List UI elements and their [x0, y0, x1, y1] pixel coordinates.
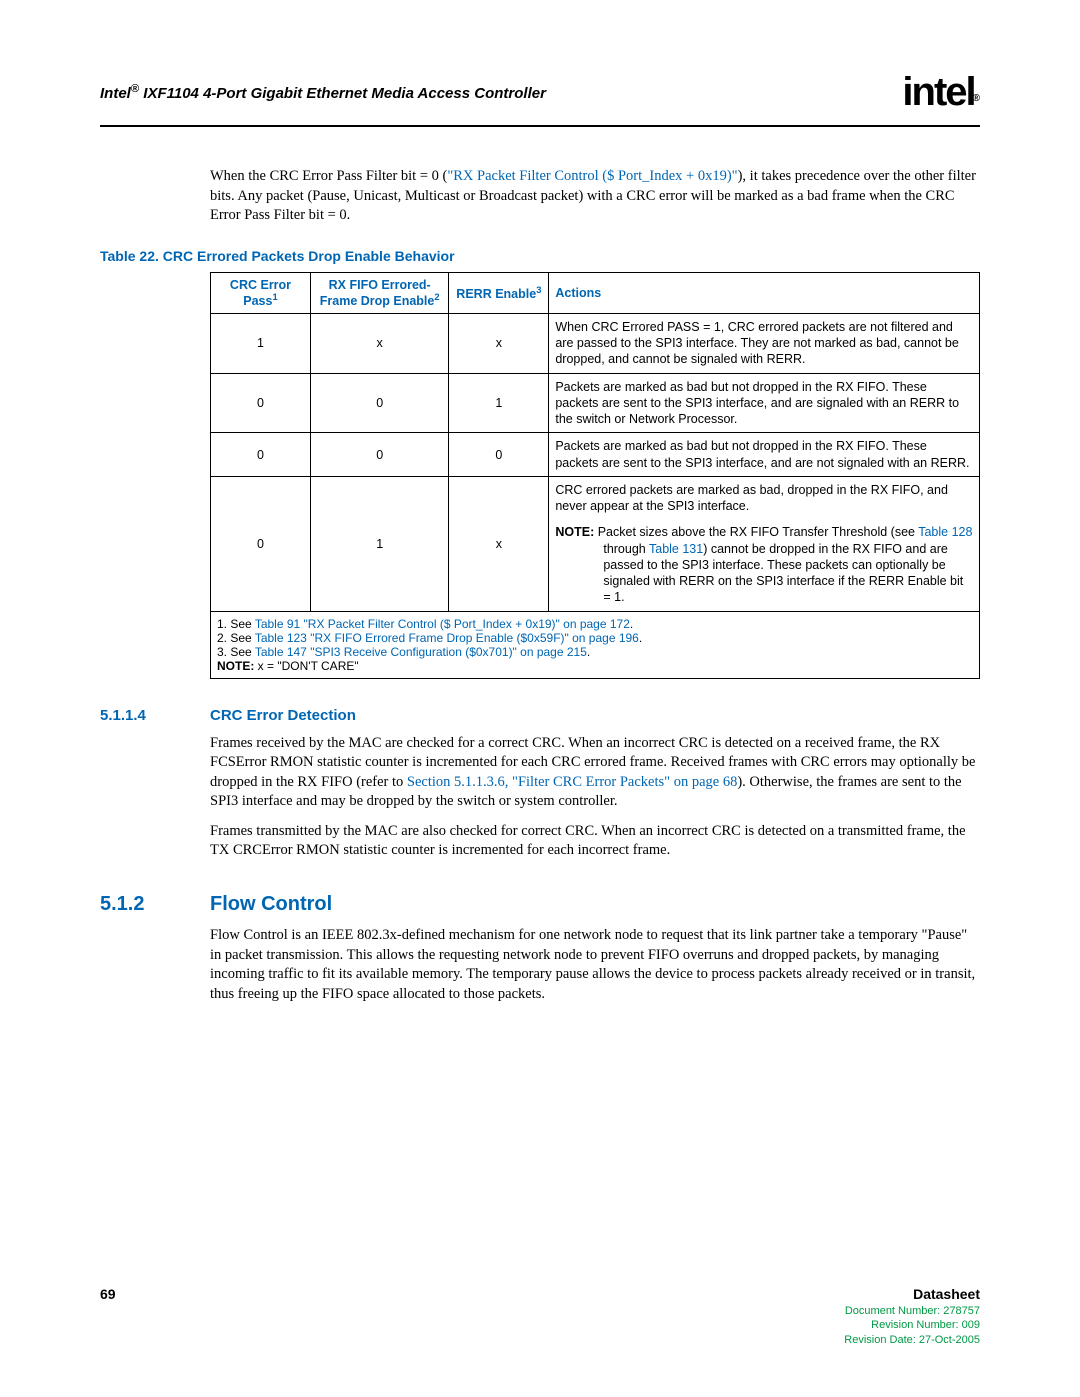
link-section-5-1-1-3-6[interactable]: Section 5.1.1.3.6, "Filter CRC Error Pac… — [407, 774, 737, 790]
th-rx-fifo-drop: RX FIFO Errored-Frame Drop Enable2 — [310, 272, 448, 313]
doc-title: Intel® IXF1104 4-Port Gigabit Ethernet M… — [100, 83, 546, 102]
table-row: 0 1 x CRC errored packets are marked as … — [211, 476, 980, 611]
link-table-131[interactable]: Table 131 — [649, 542, 703, 556]
table-footnotes: 1. See Table 91 "RX Packet Filter Contro… — [211, 611, 980, 678]
table-row: 0 0 0 Packets are marked as bad but not … — [211, 433, 980, 477]
cell-frame-drop: 0 — [310, 433, 448, 477]
cell-frame-drop: 0 — [310, 373, 448, 433]
sec-5-1-1-4-p2: Frames transmitted by the MAC are also c… — [210, 822, 980, 861]
section-title: Flow Control — [210, 893, 332, 916]
cell-rerr: x — [449, 476, 549, 611]
table-22: CRC Error Pass1 RX FIFO Errored-Frame Dr… — [210, 272, 980, 679]
cell-actions: Packets are marked as bad but not droppe… — [549, 433, 980, 477]
link-table-91[interactable]: Table 91 "RX Packet Filter Control ($ Po… — [255, 617, 630, 631]
link-table-128[interactable]: Table 128 — [918, 525, 972, 539]
header-rule — [100, 125, 980, 127]
th-actions: Actions — [549, 272, 980, 313]
cell-crc-pass: 0 — [211, 433, 311, 477]
document-number: Document Number: 278757 — [844, 1304, 980, 1318]
section-number: 5.1.1.4 — [100, 707, 210, 724]
page-footer: 69 Datasheet Document Number: 278757 Rev… — [100, 1286, 980, 1347]
registered-mark: ® — [131, 83, 139, 95]
sec-5-1-1-4-p1: Frames received by the MAC are checked f… — [210, 734, 980, 812]
table-row: 0 0 1 Packets are marked as bad but not … — [211, 373, 980, 433]
section-title: CRC Error Detection — [210, 707, 356, 724]
cell-actions: CRC errored packets are marked as bad, d… — [549, 476, 980, 611]
table-22-caption: Table 22. CRC Errored Packets Drop Enabl… — [100, 248, 980, 264]
link-table-147[interactable]: Table 147 "SPI3 Receive Configuration ($… — [255, 645, 587, 659]
cell-frame-drop: x — [310, 313, 448, 373]
th-rerr-enable: RERR Enable3 — [449, 272, 549, 313]
sec-5-1-2-p1: Flow Control is an IEEE 802.3x-defined m… — [210, 926, 980, 1004]
revision-number: Revision Number: 009 — [844, 1318, 980, 1332]
table-row: 1 x x When CRC Errored PASS = 1, CRC err… — [211, 313, 980, 373]
cell-crc-pass: 0 — [211, 373, 311, 433]
cell-crc-pass: 1 — [211, 313, 311, 373]
row4-note: NOTE: Packet sizes above the RX FIFO Tra… — [555, 524, 973, 605]
section-5-1-1-4-heading: 5.1.1.4 CRC Error Detection — [100, 707, 980, 724]
intro-paragraph: When the CRC Error Pass Filter bit = 0 (… — [210, 167, 980, 226]
cell-actions: When CRC Errored PASS = 1, CRC errored p… — [549, 313, 980, 373]
cell-rerr: 1 — [449, 373, 549, 433]
datasheet-label: Datasheet — [844, 1286, 980, 1302]
intel-logo: intel® — [902, 70, 980, 115]
cell-rerr: x — [449, 313, 549, 373]
cell-rerr: 0 — [449, 433, 549, 477]
registered-icon: ® — [973, 93, 978, 104]
th-crc-error-pass: CRC Error Pass1 — [211, 272, 311, 313]
doc-title-rest: IXF1104 4-Port Gigabit Ethernet Media Ac… — [139, 85, 546, 102]
page-header: Intel® IXF1104 4-Port Gigabit Ethernet M… — [100, 70, 980, 115]
section-number: 5.1.2 — [100, 893, 210, 916]
revision-info: Document Number: 278757 Revision Number:… — [844, 1304, 980, 1347]
page-number: 69 — [100, 1286, 116, 1302]
link-rx-packet-filter[interactable]: "RX Packet Filter Control ($ Port_Index … — [447, 168, 737, 184]
revision-date: Revision Date: 27-Oct-2005 — [844, 1333, 980, 1347]
cell-actions: Packets are marked as bad but not droppe… — [549, 373, 980, 433]
cell-crc-pass: 0 — [211, 476, 311, 611]
doc-title-prefix: Intel — [100, 85, 131, 102]
section-5-1-2-heading: 5.1.2 Flow Control — [100, 893, 980, 916]
cell-frame-drop: 1 — [310, 476, 448, 611]
link-table-123[interactable]: Table 123 "RX FIFO Errored Frame Drop En… — [255, 631, 639, 645]
